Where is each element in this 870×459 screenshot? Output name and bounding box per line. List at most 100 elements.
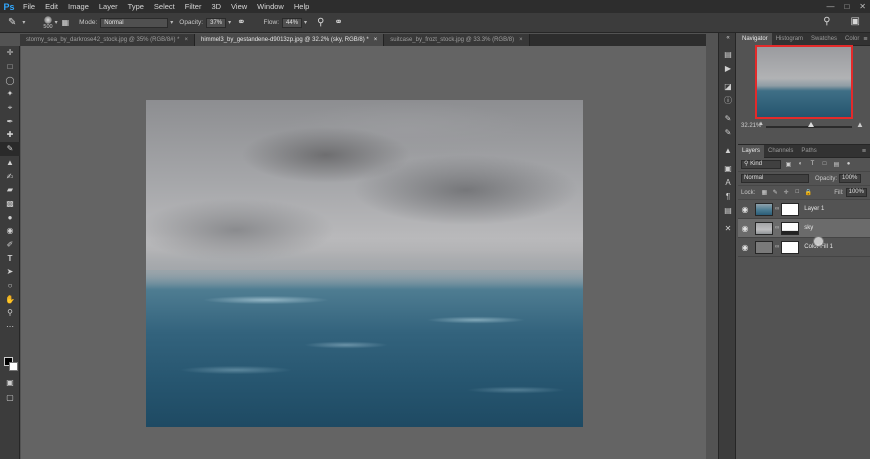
navigator-view-box[interactable]	[755, 45, 853, 119]
zoom-slider-handle[interactable]	[808, 122, 814, 127]
screen-mode-icon[interactable]: ▢	[0, 391, 20, 405]
menu-window[interactable]: Window	[252, 0, 289, 13]
tab-stormy-sea[interactable]: stormy_sea_by_darkrose42_stock.jpg @ 35%…	[20, 34, 196, 46]
tab-navigator[interactable]: Navigator	[738, 32, 772, 46]
opacity-field[interactable]: 37%	[206, 17, 227, 28]
history-brush-tool-icon[interactable]: ✍	[0, 169, 20, 183]
pixel-filter-icon[interactable]: ▣	[784, 161, 793, 169]
layer-mask-thumbnail[interactable]	[781, 202, 800, 216]
collapse-arrows-icon[interactable]: «	[719, 33, 737, 43]
mode-select[interactable]: Normal	[100, 17, 169, 28]
more-tools-icon[interactable]: ⋯	[0, 320, 20, 334]
kind-filter-select[interactable]: ⚲ Kind	[741, 160, 781, 169]
zoom-out-icon[interactable]: ▲	[758, 121, 764, 127]
restore-icon[interactable]: □	[844, 2, 849, 11]
stamp-tool-icon[interactable]: ▲	[0, 156, 20, 170]
eye-icon[interactable]: ◉	[738, 243, 752, 252]
chevron-down-icon[interactable]: ▾	[304, 19, 307, 26]
zoom-in-icon[interactable]: ▲	[856, 120, 864, 129]
menu-help[interactable]: Help	[289, 0, 314, 13]
lock-image-icon[interactable]: ✎	[771, 189, 779, 197]
dodge-tool-icon[interactable]: ◉	[0, 224, 20, 238]
menu-edit[interactable]: Edit	[40, 0, 63, 13]
blend-mode-select[interactable]: Normal	[741, 174, 809, 183]
link-icon[interactable]: ∞	[775, 244, 779, 250]
lock-position-icon[interactable]: ✛	[782, 189, 790, 197]
adjustments-icon[interactable]: ◪	[719, 79, 737, 93]
minimize-icon[interactable]: —	[826, 2, 834, 11]
tab-color[interactable]: Color	[841, 33, 863, 46]
type-filter-icon[interactable]: T	[808, 161, 817, 169]
blur-tool-icon[interactable]: ●	[0, 210, 20, 224]
move-tool-icon[interactable]: ✛	[0, 46, 20, 60]
workspace-icon[interactable]: ▣	[851, 16, 860, 27]
lock-artboard-icon[interactable]: □	[793, 189, 801, 197]
link-icon[interactable]: ∞	[775, 206, 779, 212]
filter-toggle-icon[interactable]: ●	[844, 161, 853, 169]
flow-field[interactable]: 44%	[282, 17, 303, 28]
chevron-down-icon[interactable]: ▾	[55, 19, 58, 26]
type-tool-icon[interactable]: T	[0, 251, 20, 265]
eyedropper-tool-icon[interactable]: ✒	[0, 114, 20, 128]
lock-all-icon[interactable]: 🔒	[804, 189, 812, 197]
shape-filter-icon[interactable]: □	[820, 161, 829, 169]
brush-preset-picker[interactable]: 500	[43, 15, 53, 30]
canvas-area[interactable]	[21, 46, 706, 459]
quick-mask-icon[interactable]: ▣	[0, 376, 20, 390]
hand-tool-icon[interactable]: ✋	[0, 292, 20, 306]
layer-opacity-field[interactable]: 100%	[839, 174, 862, 183]
brush-settings-icon[interactable]: ✎	[719, 111, 737, 125]
path-select-tool-icon[interactable]: ➤	[0, 265, 20, 279]
panel-menu-icon[interactable]: ≡	[862, 148, 866, 155]
adjustment-filter-icon[interactable]: ◐	[796, 161, 805, 169]
menu-select[interactable]: Select	[149, 0, 180, 13]
eye-icon[interactable]: ◉	[738, 205, 752, 214]
paragraph-icon[interactable]: ¶	[719, 189, 737, 203]
panel-menu-icon[interactable]: ≡	[863, 36, 867, 43]
tab-paths[interactable]: Paths	[797, 145, 820, 158]
menu-view[interactable]: View	[226, 0, 252, 13]
tab-channels[interactable]: Channels	[764, 145, 797, 158]
close-icon[interactable]: ×	[185, 37, 189, 43]
link-icon[interactable]: ∞	[775, 225, 779, 231]
menu-type[interactable]: Type	[123, 0, 149, 13]
tab-suitcase[interactable]: suitcase_by_frozt_stock.jpg @ 33.3% (RGB…	[384, 34, 530, 46]
play-actions-icon[interactable]: ▶	[719, 61, 737, 75]
zoom-tool-icon[interactable]: ⚲	[0, 306, 20, 320]
eraser-tool-icon[interactable]: ▰	[0, 183, 20, 197]
pressure-size-icon[interactable]: ⚭	[334, 17, 342, 28]
character-icon[interactable]: A	[719, 175, 737, 189]
search-icon[interactable]: ⚲	[823, 16, 830, 27]
color-swatches[interactable]	[4, 357, 18, 371]
layer-row-color-fill-1[interactable]: ◉ ∞ Color Fill 1	[738, 238, 870, 257]
close-icon[interactable]: ✕	[859, 2, 866, 11]
chevron-down-icon[interactable]: ▾	[22, 19, 25, 26]
menu-file[interactable]: File	[18, 0, 40, 13]
gradient-tool-icon[interactable]: ▩	[0, 197, 20, 211]
quick-select-tool-icon[interactable]: ✦	[0, 87, 20, 101]
pressure-opacity-icon[interactable]: ⚭	[237, 17, 245, 28]
layer-mask-thumbnail[interactable]	[781, 240, 800, 254]
brush-panel-icon[interactable]: ▦	[62, 18, 70, 27]
chevron-down-icon[interactable]: ▾	[228, 19, 231, 26]
tab-swatches[interactable]: Swatches	[807, 33, 841, 46]
document-canvas[interactable]	[146, 100, 583, 427]
libraries-icon[interactable]: ▣	[719, 161, 737, 175]
chevron-down-icon[interactable]: ▾	[170, 19, 173, 26]
menu-3d[interactable]: 3D	[206, 0, 226, 13]
info-icon[interactable]: ⓘ	[719, 93, 737, 107]
tab-histogram[interactable]: Histogram	[772, 33, 807, 46]
close-icon[interactable]: ×	[374, 37, 378, 43]
lasso-tool-icon[interactable]: ◯	[0, 73, 20, 87]
brush-presets-icon[interactable]: ✎	[719, 125, 737, 139]
layer-mask-thumbnail[interactable]	[781, 221, 800, 235]
eye-icon[interactable]: ◉	[738, 224, 752, 233]
layer-row-sky[interactable]: ◉ ∞ sky	[738, 219, 870, 238]
glyphs-icon[interactable]: ▤	[719, 203, 737, 217]
brush-tool-icon[interactable]: ✎	[8, 17, 16, 28]
history-icon[interactable]: ▤	[719, 47, 737, 61]
lock-transparent-icon[interactable]: ▦	[760, 189, 768, 197]
fill-field[interactable]: 100%	[845, 188, 867, 197]
menu-filter[interactable]: Filter	[180, 0, 207, 13]
tab-layers[interactable]: Layers	[738, 144, 765, 158]
